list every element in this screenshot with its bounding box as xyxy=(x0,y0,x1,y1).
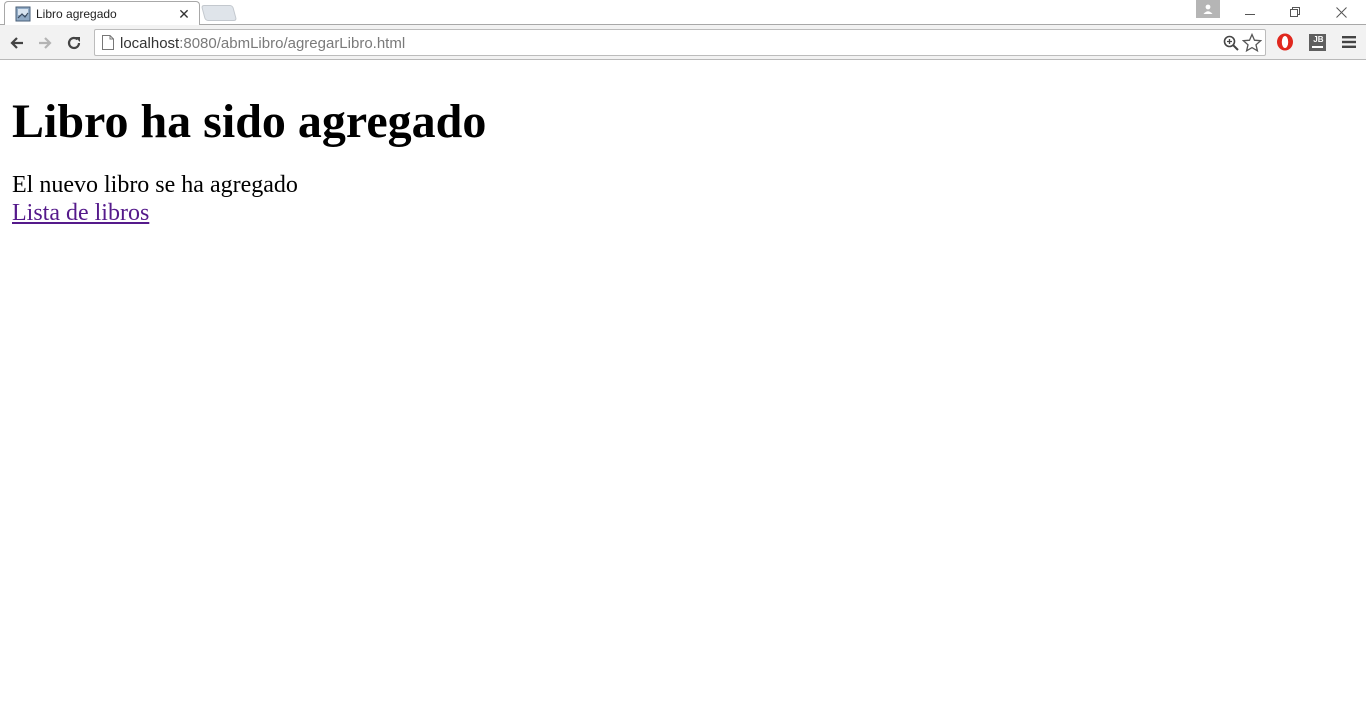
close-window-button[interactable] xyxy=(1319,0,1363,24)
reload-icon xyxy=(67,36,81,50)
browser-tab[interactable]: Libro agregado ✕ xyxy=(4,1,200,26)
address-bar[interactable]: localhost:8080/abmLibro/agregarLibro.htm… xyxy=(94,29,1266,56)
jb-icon: JB xyxy=(1308,33,1326,51)
browser-toolbar: localhost:8080/abmLibro/agregarLibro.htm… xyxy=(0,25,1366,60)
profile-avatar-icon[interactable] xyxy=(1196,0,1220,18)
url-host: localhost xyxy=(120,35,180,52)
restore-icon xyxy=(1290,7,1300,17)
back-button[interactable] xyxy=(4,30,30,56)
url-text: localhost:8080/abmLibro/agregarLibro.htm… xyxy=(120,35,405,52)
opera-icon xyxy=(1277,33,1293,51)
reload-button[interactable] xyxy=(61,30,87,56)
minimize-icon xyxy=(1245,14,1255,15)
forward-arrow-icon xyxy=(39,37,52,49)
bookmark-star-icon[interactable] xyxy=(1242,33,1262,53)
url-path: :8080/abmLibro/agregarLibro.html xyxy=(179,35,406,52)
zoom-icon[interactable] xyxy=(1223,35,1239,51)
close-icon xyxy=(1335,6,1347,18)
page-heading: Libro ha sido agregado xyxy=(12,95,487,148)
confirmation-message: El nuevo libro se ha agregado xyxy=(12,172,298,198)
hamburger-menu-icon xyxy=(1342,36,1356,48)
jb-extension-button[interactable]: JB xyxy=(1307,32,1327,52)
restore-button[interactable] xyxy=(1273,0,1317,24)
book-list-link[interactable]: Lista de libros xyxy=(12,199,149,227)
page-content: Libro ha sido agregado El nuevo libro se… xyxy=(0,61,1366,728)
menu-button[interactable] xyxy=(1339,32,1359,52)
page-favicon-icon xyxy=(15,6,31,22)
minimize-button[interactable] xyxy=(1228,0,1272,24)
title-bar: Libro agregado ✕ xyxy=(0,0,1366,26)
back-arrow-icon xyxy=(10,37,23,49)
tab-inner: Libro agregado ✕ xyxy=(15,6,191,22)
tab-title: Libro agregado xyxy=(36,7,117,21)
forward-button[interactable] xyxy=(32,30,58,56)
new-tab-button[interactable] xyxy=(200,5,238,21)
opera-extension-button[interactable] xyxy=(1275,32,1295,52)
page-icon xyxy=(102,35,114,50)
tab-close-icon[interactable]: ✕ xyxy=(177,6,191,22)
